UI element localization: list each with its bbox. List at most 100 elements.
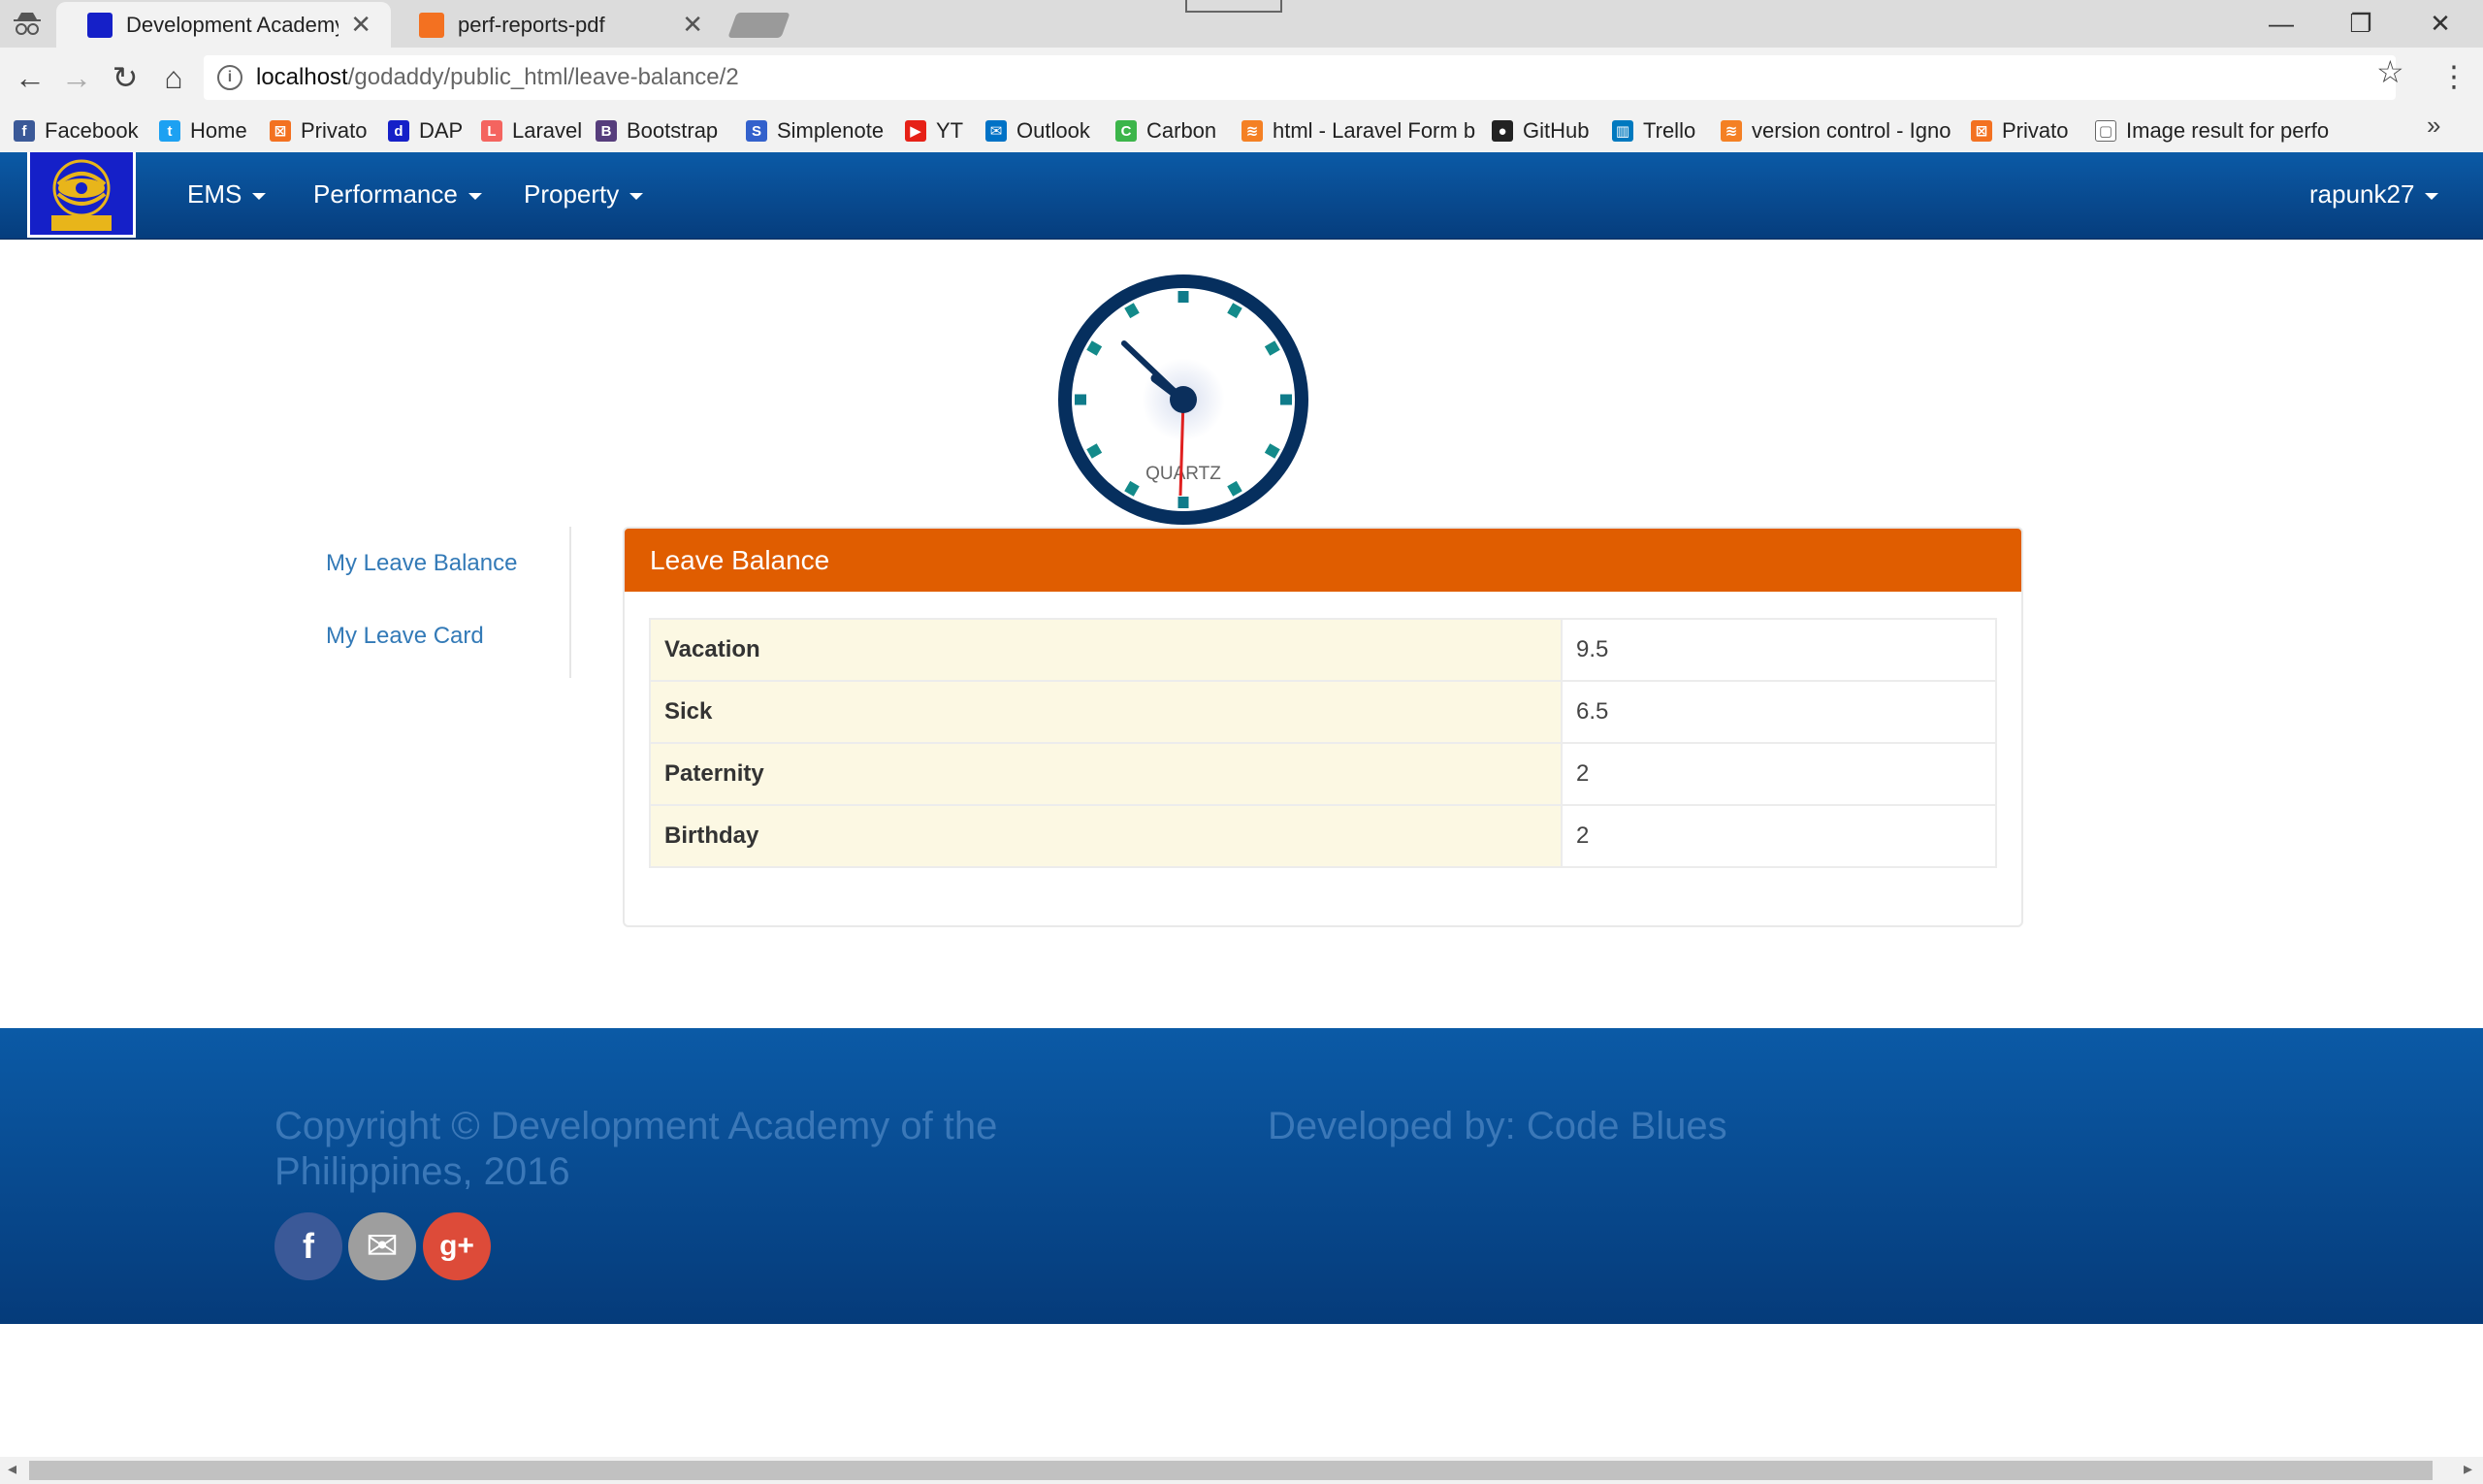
bookmark-item[interactable]: t Home [159,116,247,145]
bookmarks-bar: f Facebook t Home ⊠ Privato d DAP L Laravel B Boots… [0,109,2483,153]
bookmark-item[interactable]: L Laravel [481,116,582,145]
my-leave-balance-link[interactable]: My Leave Balance [326,550,517,577]
bookmark-label: Privato [301,118,368,143]
bookmark-item[interactable]: f Facebook [14,116,139,145]
bookmark-favicon-icon: f [14,120,35,142]
caret-down-icon [468,192,482,200]
bookmark-label: Trello [1643,118,1696,143]
browser-tab-perf-reports[interactable]: perf-reports-pdf ✕ [388,2,723,48]
address-bar[interactable]: i localhost/godaddy/public_html/leave-ba… [204,55,2396,100]
table-row: Sick 6.5 [649,680,1997,744]
leave-type-value: 2 [1561,804,1997,868]
horizontal-scrollbar[interactable]: ◂ ▸ [0,1457,2483,1484]
bookmark-item[interactable]: ▢ Image result for perfo [2095,116,2329,145]
bookmark-favicon-icon: L [481,120,502,142]
copyright-line-2: Philippines, 2016 [274,1150,570,1193]
scrollbar-thumb[interactable] [29,1461,2433,1480]
bookmark-item[interactable]: ▶ YT [905,116,963,145]
bookmark-label: Laravel [512,118,583,143]
url-path: /godaddy/public_html/leave-balance/2 [347,64,739,90]
leave-type-label: Sick [649,680,1563,744]
nav-performance-dropdown[interactable]: Performance [313,179,482,210]
bookmark-favicon-icon: ⊠ [1971,120,1992,142]
forward-arrow-icon[interactable]: → [54,55,99,100]
back-arrow-icon[interactable]: ← [8,55,52,100]
clock-tick [1264,340,1280,356]
leave-sidebar: My Leave Balance My Leave Card [301,527,571,678]
footer-copyright: Copyright © Development Academy of the P… [274,1104,997,1195]
clock-tick [1124,480,1140,497]
leave-type-label: Paternity [649,742,1563,806]
more-bookmarks-icon[interactable]: » [2427,111,2440,141]
tab-title: perf-reports-pdf [458,12,605,37]
bookmark-label: html - Laravel Form b [1273,118,1476,143]
bookmark-star-icon[interactable]: ☆ [2376,53,2404,90]
bookmark-favicon-icon: ▶ [905,120,926,142]
restore-icon[interactable]: ❐ [2322,0,2400,48]
tab-title: Development Academy o [126,12,339,37]
bookmark-favicon-icon: ⊠ [270,120,291,142]
site-info-icon[interactable]: i [217,65,242,90]
dap-logo-icon [51,159,112,231]
reload-icon[interactable]: ↻ [103,55,147,100]
tab-close-icon[interactable]: ✕ [350,10,371,40]
minimize-icon[interactable]: — [2242,0,2320,48]
my-leave-card-link[interactable]: My Leave Card [326,623,484,650]
bookmark-favicon-icon: S [746,120,767,142]
bookmark-label: Carbon [1146,118,1217,143]
nav-ems-dropdown[interactable]: EMS [187,179,267,210]
scroll-right-icon[interactable]: ▸ [2464,1459,2472,1479]
bookmark-label: GitHub [1523,118,1590,143]
bookmark-label: Privato [2002,118,2069,143]
incognito-icon [14,13,41,35]
nav-label: EMS [187,179,242,209]
leave-balance-table: Vacation 9.5 Sick 6.5 Paternity 2 Birthd… [649,618,1997,868]
nav-label: Performance [313,179,458,209]
bookmark-favicon-icon: C [1115,120,1137,142]
bookmark-label: Facebook [45,118,139,143]
bookmark-favicon-icon: ≋ [1721,120,1742,142]
bookmark-item[interactable]: ⊠ Privato [1971,116,2068,145]
bookmark-label: Outlook [1016,118,1090,143]
bookmark-item[interactable]: ≋ version control - Igno [1721,116,1951,145]
leave-type-value: 2 [1561,742,1997,806]
bookmark-favicon-icon: ▢ [2095,120,2116,142]
bookmark-item[interactable]: ≋ html - Laravel Form b [1242,116,1475,145]
bookmark-label: version control - Igno [1752,118,1951,143]
bookmark-favicon-icon: ✉ [985,120,1007,142]
google-plus-icon[interactable]: g+ [423,1212,491,1280]
bookmark-item[interactable]: ✉ Outlook [985,116,1090,145]
bookmark-item[interactable]: ▥ Trello [1612,116,1695,145]
bookmark-label: Simplenote [777,118,885,143]
close-window-icon[interactable]: ✕ [2402,0,2479,48]
bookmark-item[interactable]: S Simplenote [746,116,884,145]
bookmark-favicon-icon: d [388,120,409,142]
browser-tab-development-academy[interactable]: Development Academy o ✕ [56,2,391,48]
facebook-icon[interactable]: f [274,1212,342,1280]
nav-property-dropdown[interactable]: Property [524,179,644,210]
bookmark-label: Image result for perfo [2126,118,2330,143]
clock-tick [1227,303,1242,319]
leave-type-value: 6.5 [1561,680,1997,744]
bookmark-item[interactable]: ⊠ Privato [270,116,367,145]
panel-title: Leave Balance [625,529,2021,592]
table-row: Birthday 2 [649,804,1997,868]
bookmark-label: Bootstrap [627,118,719,143]
site-navbar: EMS Performance Property rapunk27 [0,152,2483,240]
browser-menu-icon[interactable]: ⋮ [2439,55,2468,100]
bookmark-item[interactable]: C Carbon [1115,116,1216,145]
dap-logo[interactable] [27,152,136,238]
leave-balance-panel: Leave Balance Vacation 9.5 Sick 6.5 Pate… [623,527,2023,927]
bookmark-item[interactable]: B Bootstrap [596,116,718,145]
analog-clock: QUARTZ [1058,274,1308,525]
bookmark-item[interactable]: ● GitHub [1492,116,1589,145]
new-tab-button[interactable] [727,13,790,38]
url-host: localhost [256,64,348,90]
user-menu-dropdown[interactable]: rapunk27 [2309,179,2439,210]
bookmark-item[interactable]: d DAP [388,116,463,145]
caret-down-icon [629,192,644,200]
tab-close-icon[interactable]: ✕ [682,10,703,40]
home-icon[interactable]: ⌂ [151,55,196,100]
email-icon[interactable]: ✉ [348,1212,416,1280]
scroll-left-icon[interactable]: ◂ [8,1459,16,1479]
